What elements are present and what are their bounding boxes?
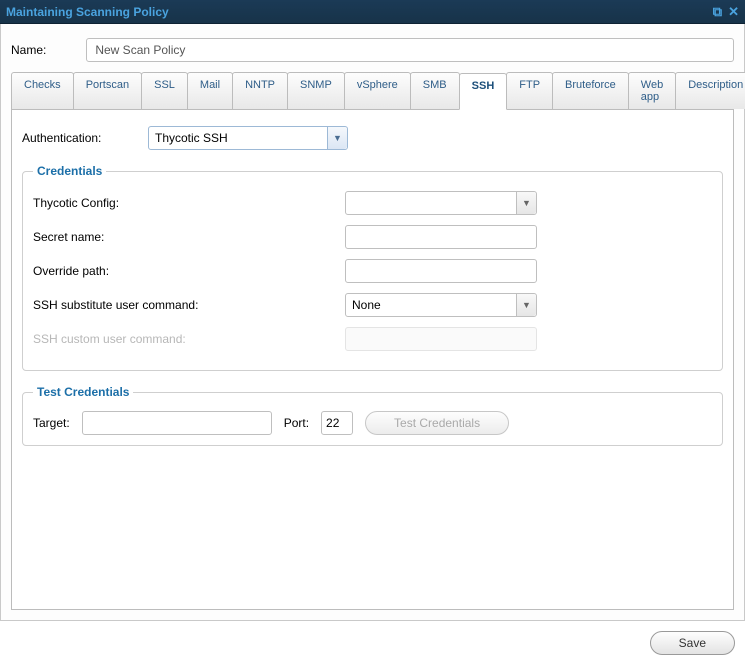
tab-snmp[interactable]: SNMP xyxy=(287,72,345,109)
tab-ssl[interactable]: SSL xyxy=(141,72,188,109)
ssh-substitute-row: SSH substitute user command: ▼ xyxy=(33,292,712,318)
ssh-custom-input xyxy=(345,327,537,351)
tab-nntp[interactable]: NNTP xyxy=(232,72,288,109)
override-path-row: Override path: xyxy=(33,258,712,284)
title-bar: Maintaining Scanning Policy ⧉ ✕ xyxy=(0,0,745,24)
secret-name-row: Secret name: xyxy=(33,224,712,250)
secret-name-label: Secret name: xyxy=(33,230,345,244)
name-label: Name: xyxy=(11,43,46,57)
override-path-input[interactable] xyxy=(345,259,537,283)
test-credentials-button: Test Credentials xyxy=(365,411,509,435)
footer: Save xyxy=(0,621,745,663)
name-row: Name: xyxy=(11,38,734,62)
test-credentials-legend: Test Credentials xyxy=(33,385,133,399)
thycotic-config-row: Thycotic Config: ▼ xyxy=(33,190,712,216)
thycotic-config-select[interactable]: ▼ xyxy=(345,191,537,215)
target-input[interactable] xyxy=(82,411,272,435)
authentication-row: Authentication: ▼ xyxy=(22,126,723,150)
save-button[interactable]: Save xyxy=(650,631,735,655)
tab-ftp[interactable]: FTP xyxy=(506,72,553,109)
authentication-label: Authentication: xyxy=(22,131,148,145)
window-title: Maintaining Scanning Policy xyxy=(6,5,713,19)
tab-smb[interactable]: SMB xyxy=(410,72,460,109)
tab-ssh[interactable]: SSH xyxy=(459,73,508,110)
authentication-value[interactable] xyxy=(148,126,348,150)
tab-bar: Checks Portscan SSL Mail NNTP SNMP vSphe… xyxy=(11,72,734,110)
tab-content-ssh: Authentication: ▼ Credentials Thycotic C… xyxy=(11,110,734,610)
credentials-fieldset: Credentials Thycotic Config: ▼ Secret na… xyxy=(22,164,723,371)
ssh-custom-label: SSH custom user command: xyxy=(33,332,345,346)
title-icons: ⧉ ✕ xyxy=(713,4,739,20)
secret-name-input[interactable] xyxy=(345,225,537,249)
ssh-substitute-select[interactable]: ▼ xyxy=(345,293,537,317)
thycotic-config-value[interactable] xyxy=(345,191,537,215)
override-path-label: Override path: xyxy=(33,264,345,278)
window-body: Name: Checks Portscan SSL Mail NNTP SNMP… xyxy=(0,24,745,621)
close-icon[interactable]: ✕ xyxy=(728,4,739,20)
tab-checks[interactable]: Checks xyxy=(11,72,74,109)
ssh-substitute-label: SSH substitute user command: xyxy=(33,298,345,312)
thycotic-config-label: Thycotic Config: xyxy=(33,196,345,210)
ssh-substitute-value[interactable] xyxy=(345,293,537,317)
tab-portscan[interactable]: Portscan xyxy=(73,72,142,109)
target-label: Target: xyxy=(33,416,70,430)
ssh-custom-row: SSH custom user command: xyxy=(33,326,712,352)
name-input[interactable] xyxy=(86,38,734,62)
authentication-select[interactable]: ▼ xyxy=(148,126,348,150)
port-label: Port: xyxy=(284,416,309,430)
credentials-legend: Credentials xyxy=(33,164,106,178)
detach-icon[interactable]: ⧉ xyxy=(713,4,722,20)
test-row: Target: Port: Test Credentials xyxy=(33,411,712,435)
tab-vsphere[interactable]: vSphere xyxy=(344,72,411,109)
tab-bruteforce[interactable]: Bruteforce xyxy=(552,72,629,109)
tab-mail[interactable]: Mail xyxy=(187,72,233,109)
port-input[interactable] xyxy=(321,411,353,435)
test-credentials-fieldset: Test Credentials Target: Port: Test Cred… xyxy=(22,385,723,446)
tab-webapp[interactable]: Web app xyxy=(628,72,676,109)
tab-description[interactable]: Description xyxy=(675,72,745,109)
